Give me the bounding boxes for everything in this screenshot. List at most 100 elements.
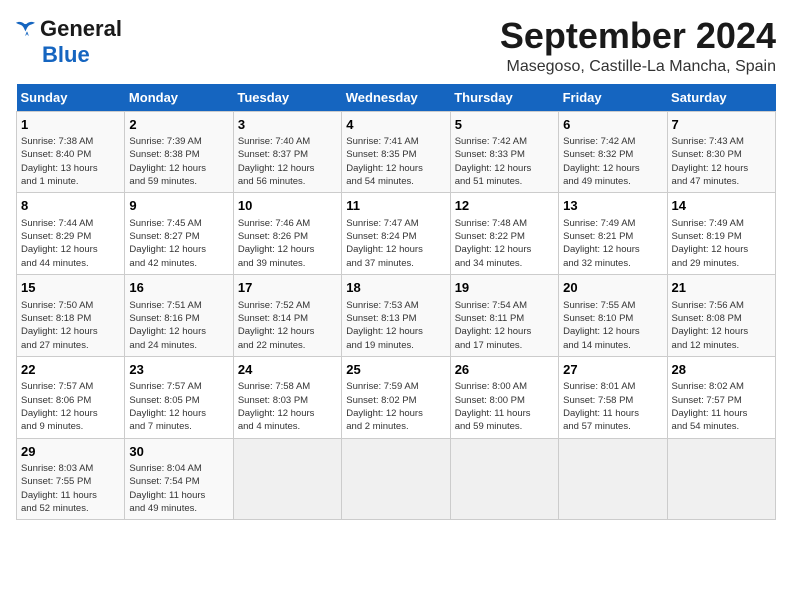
day-info: Sunrise: 7:38 AM Sunset: 8:40 PM Dayligh… <box>21 135 120 188</box>
bird-icon <box>16 20 38 38</box>
day-number: 3 <box>238 116 337 134</box>
day-number: 6 <box>563 116 662 134</box>
calendar-cell: 15 Sunrise: 7:50 AM Sunset: 8:18 PM Dayli… <box>17 275 125 357</box>
day-number: 17 <box>238 279 337 297</box>
logo: General Blue <box>16 16 122 68</box>
calendar-cell: 4Sunrise: 7:41 AM Sunset: 8:35 PM Daylig… <box>342 111 450 193</box>
day-number: 2 <box>129 116 228 134</box>
calendar-cell: 14Sunrise: 7:49 AM Sunset: 8:19 PM Dayli… <box>667 193 775 275</box>
calendar-cell: 27Sunrise: 8:01 AM Sunset: 7:58 PM Dayli… <box>559 356 667 438</box>
day-number: 27 <box>563 361 662 379</box>
day-info: Sunrise: 7:55 AM Sunset: 8:10 PM Dayligh… <box>563 299 662 352</box>
calendar-week-5: 29Sunrise: 8:03 AM Sunset: 7:55 PM Dayli… <box>17 438 776 520</box>
day-number: 10 <box>238 197 337 215</box>
day-info: Sunrise: 7:48 AM Sunset: 8:22 PM Dayligh… <box>455 217 554 270</box>
day-info: Sunrise: 7:42 AM Sunset: 8:33 PM Dayligh… <box>455 135 554 188</box>
day-info: Sunrise: 8:01 AM Sunset: 7:58 PM Dayligh… <box>563 380 662 433</box>
calendar-cell: 24Sunrise: 7:58 AM Sunset: 8:03 PM Dayli… <box>233 356 341 438</box>
day-number: 22 <box>21 361 120 379</box>
calendar-cell: 8 Sunrise: 7:44 AM Sunset: 8:29 PM Daylig… <box>17 193 125 275</box>
day-number: 23 <box>129 361 228 379</box>
calendar-cell: 12Sunrise: 7:48 AM Sunset: 8:22 PM Dayli… <box>450 193 558 275</box>
col-header-tuesday: Tuesday <box>233 84 341 112</box>
calendar-cell: 25Sunrise: 7:59 AM Sunset: 8:02 PM Dayli… <box>342 356 450 438</box>
day-number: 20 <box>563 279 662 297</box>
calendar-cell: 5Sunrise: 7:42 AM Sunset: 8:33 PM Daylig… <box>450 111 558 193</box>
day-info: Sunrise: 7:41 AM Sunset: 8:35 PM Dayligh… <box>346 135 445 188</box>
col-header-thursday: Thursday <box>450 84 558 112</box>
day-number: 28 <box>672 361 771 379</box>
day-info: Sunrise: 8:02 AM Sunset: 7:57 PM Dayligh… <box>672 380 771 433</box>
logo-blue: Blue <box>42 42 90 68</box>
calendar-week-1: 1Sunrise: 7:38 AM Sunset: 8:40 PM Daylig… <box>17 111 776 193</box>
title-area: September 2024 Masegoso, Castille-La Man… <box>500 16 776 76</box>
calendar-cell: 20 Sunrise: 7:55 AM Sunset: 8:10 PM Dayli… <box>559 275 667 357</box>
calendar-cell: 19 Sunrise: 7:54 AM Sunset: 8:11 PM Dayli… <box>450 275 558 357</box>
calendar-week-4: 22Sunrise: 7:57 AM Sunset: 8:06 PM Dayli… <box>17 356 776 438</box>
day-info: Sunrise: 7:57 AM Sunset: 8:06 PM Dayligh… <box>21 380 120 433</box>
calendar-cell: 21Sunrise: 7:56 AM Sunset: 8:08 PM Dayli… <box>667 275 775 357</box>
calendar-cell: 16Sunrise: 7:51 AM Sunset: 8:16 PM Dayli… <box>125 275 233 357</box>
logo-general: General <box>40 16 122 42</box>
calendar-cell <box>559 438 667 520</box>
day-info: Sunrise: 7:40 AM Sunset: 8:37 PM Dayligh… <box>238 135 337 188</box>
day-number: 4 <box>346 116 445 134</box>
calendar-cell: 23Sunrise: 7:57 AM Sunset: 8:05 PM Dayli… <box>125 356 233 438</box>
day-info: Sunrise: 7:50 AM Sunset: 8:18 PM Dayligh… <box>21 299 120 352</box>
day-info: Sunrise: 8:03 AM Sunset: 7:55 PM Dayligh… <box>21 462 120 515</box>
day-info: Sunrise: 7:51 AM Sunset: 8:16 PM Dayligh… <box>129 299 228 352</box>
day-number: 25 <box>346 361 445 379</box>
day-info: Sunrise: 7:43 AM Sunset: 8:30 PM Dayligh… <box>672 135 771 188</box>
day-number: 29 <box>21 443 120 461</box>
day-number: 24 <box>238 361 337 379</box>
day-number: 5 <box>455 116 554 134</box>
day-info: Sunrise: 7:44 AM Sunset: 8:29 PM Dayligh… <box>21 217 120 270</box>
day-info: Sunrise: 7:54 AM Sunset: 8:11 PM Dayligh… <box>455 299 554 352</box>
calendar-cell: 29Sunrise: 8:03 AM Sunset: 7:55 PM Dayli… <box>17 438 125 520</box>
calendar-cell <box>233 438 341 520</box>
day-number: 19 <box>455 279 554 297</box>
day-info: Sunrise: 7:39 AM Sunset: 8:38 PM Dayligh… <box>129 135 228 188</box>
calendar-cell: 11Sunrise: 7:47 AM Sunset: 8:24 PM Dayli… <box>342 193 450 275</box>
day-info: Sunrise: 7:49 AM Sunset: 8:19 PM Dayligh… <box>672 217 771 270</box>
day-info: Sunrise: 7:59 AM Sunset: 8:02 PM Dayligh… <box>346 380 445 433</box>
day-number: 18 <box>346 279 445 297</box>
day-info: Sunrise: 7:57 AM Sunset: 8:05 PM Dayligh… <box>129 380 228 433</box>
calendar-table: SundayMondayTuesdayWednesdayThursdayFrid… <box>16 84 776 521</box>
calendar-cell: 18Sunrise: 7:53 AM Sunset: 8:13 PM Dayli… <box>342 275 450 357</box>
day-info: Sunrise: 7:42 AM Sunset: 8:32 PM Dayligh… <box>563 135 662 188</box>
calendar-cell: 13Sunrise: 7:49 AM Sunset: 8:21 PM Dayli… <box>559 193 667 275</box>
day-number: 1 <box>21 116 120 134</box>
calendar-cell: 26Sunrise: 8:00 AM Sunset: 8:00 PM Dayli… <box>450 356 558 438</box>
calendar-cell: 3Sunrise: 7:40 AM Sunset: 8:37 PM Daylig… <box>233 111 341 193</box>
calendar-cell <box>667 438 775 520</box>
month-title: September 2024 <box>500 16 776 56</box>
col-header-wednesday: Wednesday <box>342 84 450 112</box>
col-header-sunday: Sunday <box>17 84 125 112</box>
calendar-cell: 17 Sunrise: 7:52 AM Sunset: 8:14 PM Dayli… <box>233 275 341 357</box>
day-info: Sunrise: 7:58 AM Sunset: 8:03 PM Dayligh… <box>238 380 337 433</box>
calendar-cell <box>342 438 450 520</box>
col-header-monday: Monday <box>125 84 233 112</box>
day-info: Sunrise: 7:45 AM Sunset: 8:27 PM Dayligh… <box>129 217 228 270</box>
day-number: 8 <box>21 197 120 215</box>
calendar-cell: 10Sunrise: 7:46 AM Sunset: 8:26 PM Dayli… <box>233 193 341 275</box>
location-title: Masegoso, Castille-La Mancha, Spain <box>500 58 776 76</box>
col-header-saturday: Saturday <box>667 84 775 112</box>
calendar-week-2: 8 Sunrise: 7:44 AM Sunset: 8:29 PM Daylig… <box>17 193 776 275</box>
day-info: Sunrise: 8:00 AM Sunset: 8:00 PM Dayligh… <box>455 380 554 433</box>
calendar-header-row: SundayMondayTuesdayWednesdayThursdayFrid… <box>17 84 776 112</box>
calendar-cell: 9 Sunrise: 7:45 AM Sunset: 8:27 PM Daylig… <box>125 193 233 275</box>
col-header-friday: Friday <box>559 84 667 112</box>
calendar-cell: 30Sunrise: 8:04 AM Sunset: 7:54 PM Dayli… <box>125 438 233 520</box>
calendar-cell: 1Sunrise: 7:38 AM Sunset: 8:40 PM Daylig… <box>17 111 125 193</box>
day-number: 15 <box>21 279 120 297</box>
day-info: Sunrise: 7:47 AM Sunset: 8:24 PM Dayligh… <box>346 217 445 270</box>
day-info: Sunrise: 7:52 AM Sunset: 8:14 PM Dayligh… <box>238 299 337 352</box>
calendar-cell: 7Sunrise: 7:43 AM Sunset: 8:30 PM Daylig… <box>667 111 775 193</box>
day-number: 21 <box>672 279 771 297</box>
day-number: 9 <box>129 197 228 215</box>
calendar-cell: 28Sunrise: 8:02 AM Sunset: 7:57 PM Dayli… <box>667 356 775 438</box>
day-info: Sunrise: 8:04 AM Sunset: 7:54 PM Dayligh… <box>129 462 228 515</box>
day-info: Sunrise: 7:49 AM Sunset: 8:21 PM Dayligh… <box>563 217 662 270</box>
